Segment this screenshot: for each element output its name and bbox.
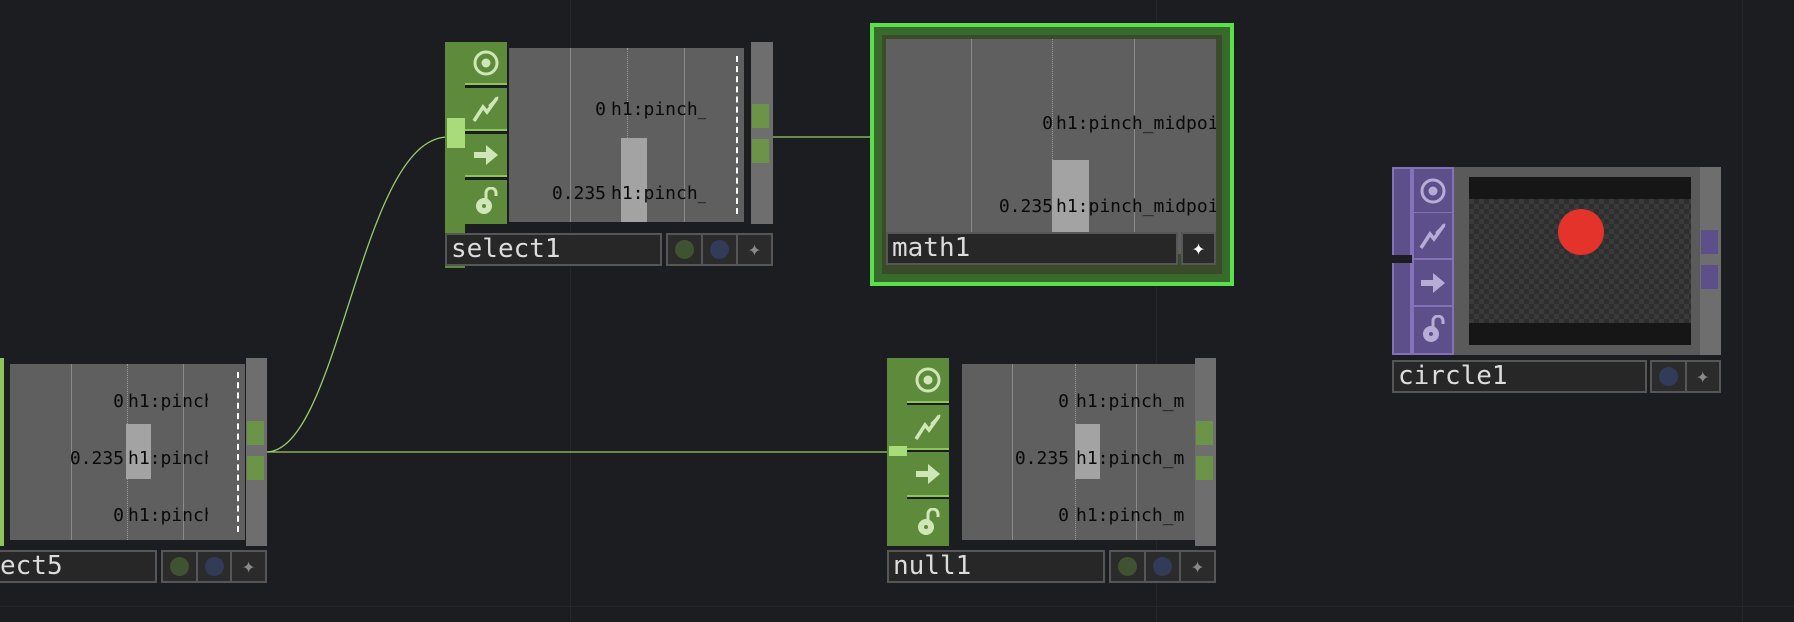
render-button[interactable]: ✦	[736, 235, 771, 264]
image-viewer[interactable]	[1469, 177, 1691, 345]
viewer-flag-icon	[915, 367, 941, 392]
render-button[interactable]: ✦	[1179, 552, 1214, 581]
output-connector[interactable]	[247, 456, 264, 480]
lock-flag-icon	[476, 187, 498, 214]
node-buttons: ✦	[161, 550, 267, 583]
render-button[interactable]: ✦	[1684, 362, 1720, 391]
display-button[interactable]	[1144, 552, 1179, 581]
display-icon	[710, 240, 729, 259]
render-icon: ✦	[747, 236, 762, 262]
display-button[interactable]	[195, 552, 231, 581]
node-name[interactable]: circle1	[1392, 360, 1647, 393]
render-button[interactable]: ✦	[230, 552, 265, 581]
viewer-flag-icon	[473, 50, 499, 75]
viewer-flag[interactable]	[907, 358, 949, 403]
input-connector-strip[interactable]	[0, 358, 4, 546]
lock-flag[interactable]	[465, 180, 507, 224]
output-connector[interactable]	[752, 104, 769, 128]
cook-flag-icon	[1419, 222, 1446, 249]
node-name[interactable]: null1	[887, 550, 1105, 583]
output-connector-strip[interactable]	[751, 42, 773, 224]
viewer-flag-icon	[1420, 178, 1446, 203]
cook-flag[interactable]	[465, 88, 507, 131]
export-flag-icon	[1421, 272, 1445, 293]
cook-flag-icon	[914, 413, 941, 440]
output-connector[interactable]	[1701, 230, 1718, 254]
display-button[interactable]	[1652, 362, 1685, 391]
channel-viewer[interactable]: 0 h1:pinch_m 0.235 h1:pinch_m	[509, 48, 744, 222]
node-select5[interactable]: 0h1:pinch_m 0.235h1:pinch_m 0h1:pinch_m …	[0, 358, 267, 584]
lock-flag-icon	[918, 507, 940, 535]
input-connector[interactable]	[889, 446, 907, 456]
channel-viewer[interactable]: 0h1:pinch_m 0.235h1:pinch_m 0h1:pinch_m	[962, 364, 1195, 540]
cook-flag-icon	[472, 95, 499, 122]
viewer-gridline	[1012, 364, 1013, 540]
render-icon: ✦	[1190, 553, 1205, 579]
render-button[interactable]: ✦	[1183, 234, 1214, 263]
node-name[interactable]: ect5	[0, 550, 157, 583]
node-buttons: ✦	[1109, 550, 1216, 583]
lock-flag[interactable]	[907, 499, 949, 546]
output-connector-strip[interactable]	[246, 358, 267, 546]
display-button[interactable]	[701, 235, 736, 264]
output-connector-strip[interactable]	[1195, 358, 1216, 546]
render-icon: ✦	[1696, 363, 1710, 389]
viewer-flag[interactable]	[1412, 167, 1454, 213]
output-connector[interactable]	[1196, 456, 1213, 480]
node-name[interactable]: select1	[445, 233, 662, 266]
display-icon	[204, 557, 224, 576]
node-circle1[interactable]: circle1 ✦	[1392, 167, 1721, 395]
export-flag[interactable]	[465, 134, 507, 177]
wire-select5-to-select1[interactable]	[265, 136, 449, 453]
output-connector[interactable]	[752, 139, 769, 163]
display-icon	[1153, 557, 1172, 576]
render-icon: ✦	[242, 553, 256, 579]
channel-value-bar	[621, 138, 647, 222]
output-connector[interactable]	[247, 421, 264, 445]
output-connector[interactable]	[1196, 421, 1213, 445]
channel-viewer[interactable]: 0h1:pinch_m 0.235h1:pinch_m 0h1:pinch_m	[10, 364, 245, 540]
cook-flag[interactable]	[1412, 213, 1454, 260]
bypass-icon	[675, 240, 694, 259]
render-icon: ✦	[1191, 235, 1206, 261]
bypass-button[interactable]	[668, 235, 701, 264]
node-name[interactable]: math1	[886, 232, 1178, 265]
channel-viewer[interactable]: 0 h1:pinch_midpoi 0.235 h1:pinch_midpoi	[886, 39, 1216, 254]
output-connector-strip[interactable]	[1700, 167, 1721, 355]
node-select1[interactable]: 0 h1:pinch_m 0.235 h1:pinch_m select1 ✦	[445, 42, 773, 268]
lock-flag[interactable]	[1412, 307, 1454, 355]
viewer-gridline	[1134, 39, 1135, 254]
viewer-cursor-line	[736, 56, 738, 214]
bypass-button[interactable]	[163, 552, 196, 581]
node-buttons: ✦	[666, 233, 773, 266]
node-math1[interactable]: 0 h1:pinch_midpoi 0.235 h1:pinch_midpoi ma…	[870, 23, 1234, 286]
bypass-icon	[1118, 557, 1137, 576]
bypass-button[interactable]	[1111, 552, 1144, 581]
export-flag-icon	[916, 463, 940, 484]
input-connector[interactable]	[447, 118, 465, 148]
bypass-icon	[169, 557, 189, 576]
input-connector-gap	[1392, 255, 1412, 263]
viewer-flag[interactable]	[465, 42, 507, 85]
node-buttons: ✦	[1650, 360, 1721, 393]
rendered-circle	[1558, 209, 1604, 255]
output-connector[interactable]	[1701, 265, 1718, 289]
display-icon	[1658, 367, 1678, 386]
lock-flag-icon	[1423, 315, 1445, 342]
node-buttons: ✦	[1181, 232, 1216, 265]
viewer-gridline	[971, 39, 972, 254]
node-null1[interactable]: 0 h1:pinch_m 0.235 h1:pinch_m 0 h1:pinch_m …	[887, 358, 1216, 584]
cook-flag[interactable]	[907, 405, 949, 450]
export-flag-icon	[474, 144, 498, 165]
viewer-cursor-line	[237, 372, 239, 532]
export-flag[interactable]	[907, 452, 949, 497]
export-flag[interactable]	[1412, 260, 1454, 307]
